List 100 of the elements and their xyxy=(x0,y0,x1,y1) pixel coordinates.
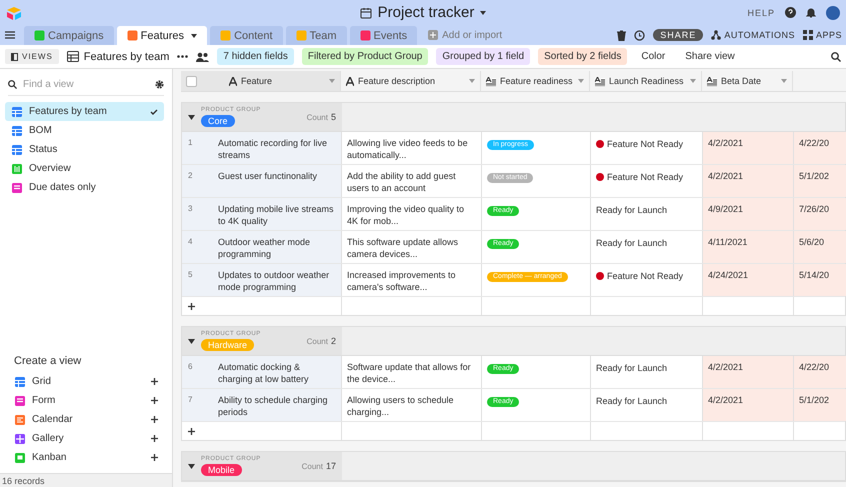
help-icon[interactable] xyxy=(785,7,796,18)
table-tab[interactable]: Events xyxy=(350,26,418,45)
grid-view-icon xyxy=(11,106,23,118)
caret-icon[interactable] xyxy=(480,10,486,14)
create-view-item[interactable]: Grid xyxy=(14,372,158,391)
grid-view-icon xyxy=(11,144,23,156)
caret-icon[interactable] xyxy=(191,34,198,38)
user-avatar[interactable] xyxy=(826,6,840,20)
date-cell: 4/22/20 xyxy=(794,132,846,164)
view-item[interactable]: Overview xyxy=(5,159,164,178)
calendar-view-icon xyxy=(14,414,26,426)
create-view-item[interactable]: Form xyxy=(14,391,158,410)
count-value: 17 xyxy=(326,461,336,471)
menu-icon[interactable] xyxy=(5,31,15,39)
column-header[interactable]: Feature xyxy=(181,71,341,91)
description-cell: Allowing users to schedule charging... xyxy=(342,389,482,421)
base-title[interactable]: Project tracker xyxy=(378,4,474,21)
view-item[interactable]: Status xyxy=(5,140,164,159)
toolbar-filter-chip[interactable]: Sorted by 2 fields xyxy=(538,48,628,65)
collapse-icon[interactable] xyxy=(188,114,195,120)
feature-cell: 6 Automatic docking & charging at low battery xyxy=(182,356,342,388)
plus-icon[interactable] xyxy=(151,454,158,461)
group-tag: Mobile xyxy=(201,464,242,476)
search-icon[interactable] xyxy=(831,52,841,62)
formula-field-icon xyxy=(486,76,496,86)
collapse-icon[interactable] xyxy=(188,338,195,344)
date-cell: 5/6/20 xyxy=(794,231,846,263)
view-switcher[interactable]: Features by team xyxy=(66,50,170,62)
toolbar-filter-chip[interactable]: Grouped by 1 field xyxy=(436,48,530,65)
toolbar-filter-chip[interactable]: Filtered by Product Group xyxy=(302,48,428,65)
group-tag: Core xyxy=(201,115,235,127)
view-item[interactable]: Due dates only xyxy=(5,178,164,197)
create-view-item[interactable]: Kanban xyxy=(14,448,158,467)
column-header[interactable]: Beta Date xyxy=(702,71,793,91)
apps-button[interactable]: APPS xyxy=(802,30,842,40)
plus-icon xyxy=(428,30,438,40)
beta-date-cell: 4/9/2021 xyxy=(703,198,794,230)
plus-icon[interactable] xyxy=(151,378,158,385)
count-label: Count xyxy=(306,337,328,346)
feature-cell: 3 Updating mobile live streams to 4K quality xyxy=(182,198,342,230)
people-icon[interactable] xyxy=(196,52,210,62)
feature-cell: 7 Ability to schedule charging periods xyxy=(182,389,342,421)
date-cell: 5/1/202 xyxy=(794,389,846,421)
column-header[interactable]: Feature description xyxy=(341,71,481,91)
beta-date-cell: 4/2/2021 xyxy=(703,132,794,164)
automations-icon xyxy=(711,30,722,40)
text-field-icon xyxy=(229,76,237,86)
views-toggle[interactable]: VIEWS xyxy=(5,49,59,64)
beta-date-cell: 4/11/2021 xyxy=(703,231,794,263)
description-cell: Allowing live video feeds to be automatically... xyxy=(342,132,482,164)
more-icon[interactable] xyxy=(177,55,188,58)
settings-icon[interactable] xyxy=(155,80,164,89)
date-cell: 5/14/20 xyxy=(794,264,846,296)
plus-icon[interactable] xyxy=(151,435,158,442)
toolbar-button[interactable]: Color xyxy=(635,48,672,65)
form-view-icon xyxy=(11,182,23,194)
grid-view-icon xyxy=(66,51,79,62)
group-tag: Hardware xyxy=(201,339,254,351)
gallery-view-icon xyxy=(14,432,26,444)
help-link[interactable]: HELP xyxy=(747,8,775,18)
add-row-icon[interactable] xyxy=(188,302,195,310)
find-view-field[interactable]: Find a view xyxy=(23,79,149,90)
history-icon[interactable] xyxy=(634,30,646,40)
description-cell: Increased improvements to camera's software... xyxy=(342,264,482,296)
feature-cell: 4 Outdoor weather mode programming xyxy=(182,231,342,263)
logo-icon[interactable] xyxy=(6,6,22,20)
count-label: Count xyxy=(306,113,328,122)
beta-date-cell: 4/2/2021 xyxy=(703,389,794,421)
beta-date-cell: 4/2/2021 xyxy=(703,165,794,197)
feature-cell: 1 Automatic recording for live streams xyxy=(182,132,342,164)
table-tab[interactable]: Content xyxy=(210,26,283,45)
collapse-icon[interactable] xyxy=(188,464,195,468)
table-tab[interactable]: Team xyxy=(286,26,346,45)
column-header[interactable]: Feature readiness xyxy=(481,71,590,91)
count-label: Count xyxy=(302,462,323,471)
share-button[interactable]: SHARE xyxy=(653,29,704,41)
column-header[interactable]: Launch Readiness xyxy=(590,71,702,91)
toolbar-filter-chip[interactable]: 7 hidden fields xyxy=(217,48,294,65)
table-tab[interactable]: Campaigns xyxy=(24,26,114,45)
bell-icon[interactable] xyxy=(806,7,816,18)
view-item[interactable]: BOM xyxy=(5,121,164,140)
toolbar-button[interactable]: Share view xyxy=(679,48,741,65)
create-view-item[interactable]: Gallery xyxy=(14,429,158,448)
add-row-icon[interactable] xyxy=(188,428,195,434)
check-icon xyxy=(150,108,158,114)
plus-icon[interactable] xyxy=(151,397,158,404)
automations-button[interactable]: AUTOMATIONS xyxy=(711,30,795,40)
plus-icon[interactable] xyxy=(151,416,158,423)
trash-icon[interactable] xyxy=(617,30,626,40)
view-item[interactable]: Features by team xyxy=(5,102,164,121)
count-value: 2 xyxy=(330,336,336,346)
kanban-view-icon xyxy=(14,452,26,464)
select-all-checkbox[interactable] xyxy=(186,76,197,86)
create-view-heading: Create a view xyxy=(14,355,82,367)
text-field-icon xyxy=(346,76,354,86)
create-view-item[interactable]: Calendar xyxy=(14,410,158,429)
table-tab[interactable]: Features xyxy=(116,26,208,45)
date-cell: 4/22/20 xyxy=(794,356,846,388)
description-cell: Software update that allows for the device... xyxy=(342,356,482,388)
search-icon xyxy=(8,80,17,89)
